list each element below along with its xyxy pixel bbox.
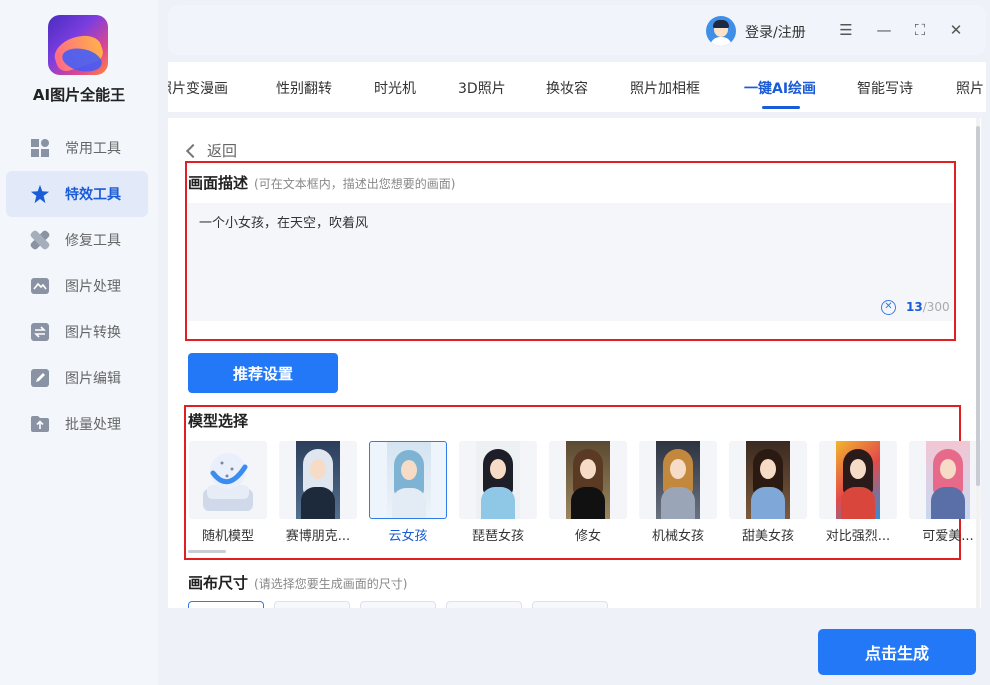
bandage-icon [30, 230, 50, 250]
model-list-scrollbar[interactable] [188, 550, 226, 553]
sidebar-item-effect-tools[interactable]: 特效工具 [6, 171, 148, 217]
model-label: 云女孩 [388, 529, 428, 544]
grid-icon [30, 138, 50, 158]
tab-time-machine[interactable]: 时光机 [374, 78, 416, 98]
sidebar-item-image-process[interactable]: 图片处理 [6, 263, 148, 309]
tab-photo-frame[interactable]: 照片加相框 [630, 78, 700, 98]
app-logo [48, 15, 108, 75]
model-label: 琵琶女孩 [471, 529, 524, 544]
canvas-size-option[interactable] [360, 601, 436, 608]
model-label: 对比强烈... [825, 529, 891, 544]
sidebar-item-common-tools[interactable]: 常用工具 [6, 125, 148, 171]
model-cyberpunk[interactable]: 赛博朋克... [279, 441, 357, 544]
model-label: 可爱美... [922, 529, 974, 544]
tab-photo-more[interactable]: 照片 [956, 78, 984, 98]
sweet-girl-thumbnail [746, 441, 790, 519]
random-model-icon [189, 441, 267, 519]
edit-icon [30, 368, 50, 388]
login-register-link[interactable]: 登录/注册 [745, 22, 806, 42]
model-mech-girl[interactable]: 机械女孩 [639, 441, 717, 544]
sidebar-item-label: 修复工具 [65, 233, 121, 249]
nun-thumbnail [566, 441, 610, 519]
clear-icon[interactable]: ✕ [881, 300, 896, 315]
model-title: 模型选择 [188, 412, 249, 430]
menu-icon[interactable]: ☰ [836, 20, 856, 40]
generate-button[interactable]: 点击生成 [818, 629, 976, 675]
feature-tabs: 照片变漫画 性别翻转 时光机 3D照片 换妆容 照片加相框 一键AI绘画 智能写… [168, 62, 986, 112]
sidebar-item-label: 特效工具 [65, 187, 121, 203]
sidebar-item-label: 图片编辑 [65, 371, 121, 387]
minimize-icon[interactable]: — [874, 20, 894, 40]
image-icon [30, 276, 50, 296]
canvas-size-title: 画布尺寸 (请选择您要生成画面的尺寸) [188, 574, 408, 592]
description-title: 画面描述 (可在文本框内，描述出您想要的画面) [188, 174, 456, 192]
model-sweet-girl[interactable]: 甜美女孩 [729, 441, 807, 544]
cyberpunk-thumbnail [296, 441, 340, 519]
canvas-size-option[interactable] [188, 601, 264, 608]
sidebar: AI图片全能王 常用工具 特效工具 修复工具 图片处理 图片转换 图片编辑 批量… [0, 0, 158, 685]
tab-poetry[interactable]: 智能写诗 [857, 78, 913, 98]
description-textarea[interactable]: 一个小女孩，在天空，吹着风 [188, 203, 953, 321]
tab-ai-painting[interactable]: 一键AI绘画 [744, 78, 816, 98]
model-cute[interactable]: 可爱美... [909, 441, 981, 544]
model-label: 机械女孩 [651, 529, 704, 544]
model-pipa-girl[interactable]: 琵琶女孩 [459, 441, 537, 544]
canvas-size-option[interactable] [446, 601, 522, 608]
cloud-girl-thumbnail [387, 442, 431, 518]
main-content: 返回 画面描述 (可在文本框内，描述出您想要的画面) 一个小女孩，在天空，吹着风 … [168, 118, 981, 608]
tab-makeup[interactable]: 换妆容 [546, 78, 588, 98]
cute-thumbnail [926, 441, 970, 519]
recommend-settings-button[interactable]: 推荐设置 [188, 353, 338, 393]
model-label: 随机模型 [201, 529, 254, 544]
sidebar-nav: 常用工具 特效工具 修复工具 图片处理 图片转换 图片编辑 批量处理 [6, 125, 148, 447]
fullscreen-icon[interactable]: ⛶ [910, 20, 930, 40]
header-bar: 登录/注册 ☰ — ⛶ ✕ [168, 5, 986, 55]
mech-girl-thumbnail [656, 441, 700, 519]
sidebar-item-repair-tools[interactable]: 修复工具 [6, 217, 148, 263]
model-label: 修女 [574, 529, 601, 544]
app-name: AI图片全能王 [32, 86, 126, 104]
tab-gender-swap[interactable]: 性别翻转 [276, 78, 332, 98]
user-avatar[interactable] [706, 16, 736, 46]
high-contrast-thumbnail [836, 441, 880, 519]
active-tab-indicator [762, 106, 800, 109]
tab-photo-to-comic[interactable]: 照片变漫画 [168, 78, 228, 98]
model-label: 甜美女孩 [741, 529, 794, 544]
model-random[interactable]: 随机模型 [189, 441, 267, 544]
model-list: 随机模型 赛博朋克... 云女孩 琵琶女孩 修女 机械女孩 甜美女孩 对比强烈.… [189, 441, 981, 544]
sidebar-item-image-edit[interactable]: 图片编辑 [6, 355, 148, 401]
sidebar-item-image-convert[interactable]: 图片转换 [6, 309, 148, 355]
canvas-size-option[interactable] [532, 601, 608, 608]
back-button[interactable]: 返回 [185, 140, 238, 161]
upload-folder-icon [30, 414, 50, 434]
model-nun[interactable]: 修女 [549, 441, 627, 544]
model-label: 赛博朋克... [285, 529, 351, 544]
sidebar-item-label: 图片转换 [65, 325, 121, 341]
tab-3d-photo[interactable]: 3D照片 [458, 78, 506, 98]
convert-icon [30, 322, 50, 342]
model-high-contrast[interactable]: 对比强烈... [819, 441, 897, 544]
close-icon[interactable]: ✕ [946, 20, 966, 40]
sidebar-item-label: 批量处理 [65, 417, 121, 433]
sidebar-item-label: 图片处理 [65, 279, 121, 295]
content-scrollbar[interactable] [976, 118, 980, 608]
char-counter: 13/300 [906, 300, 950, 314]
star-icon [30, 184, 50, 204]
chevron-left-icon [185, 143, 201, 159]
canvas-size-option[interactable] [274, 601, 350, 608]
sidebar-item-batch-process[interactable]: 批量处理 [6, 401, 148, 447]
pipa-girl-thumbnail [476, 441, 520, 519]
back-label: 返回 [207, 142, 238, 160]
sidebar-item-label: 常用工具 [65, 141, 121, 157]
model-cloud-girl[interactable]: 云女孩 [369, 441, 447, 544]
